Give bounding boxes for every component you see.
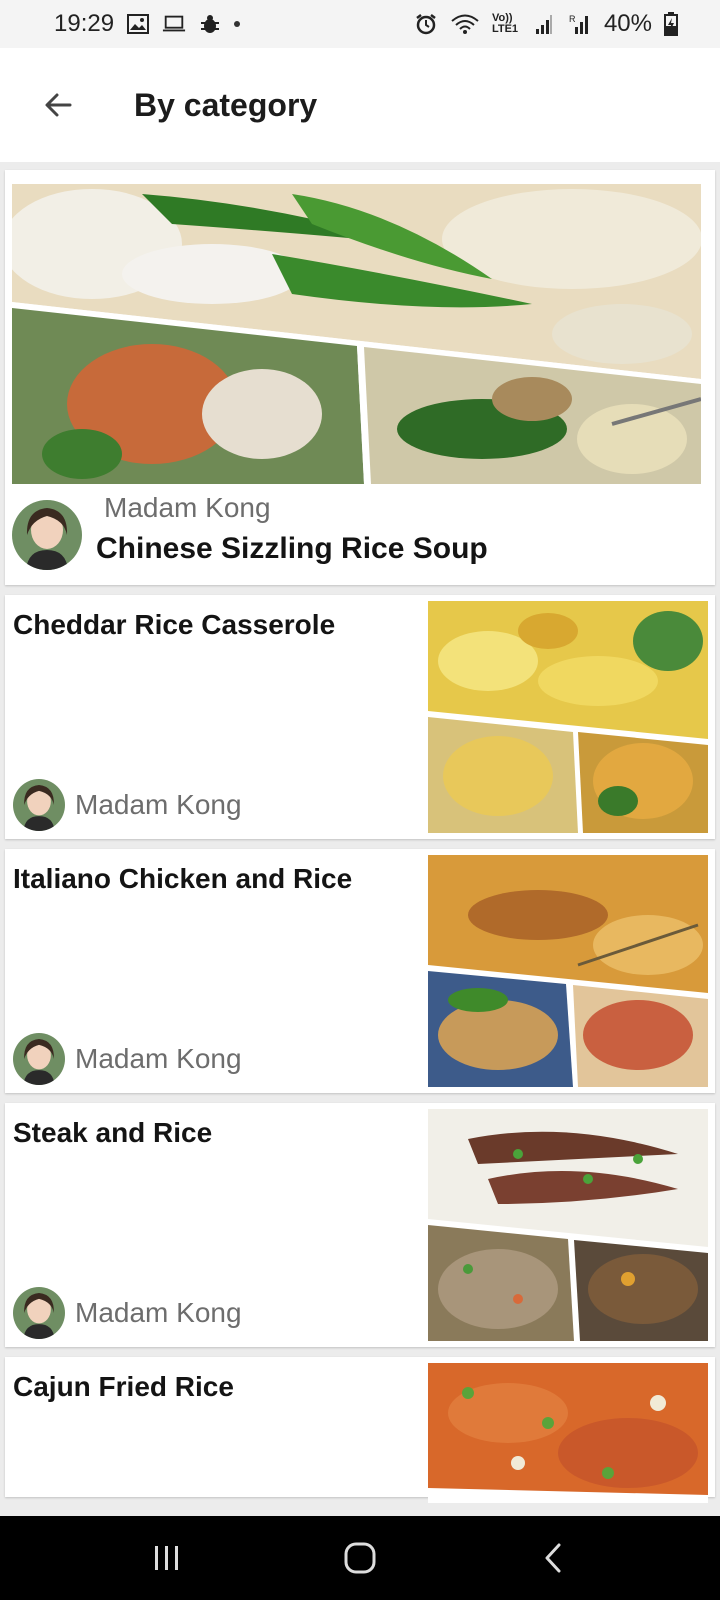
battery-percent: 40% (603, 10, 652, 37)
recipe-title: Steak and Rice (13, 1117, 213, 1148)
network-label: Vo)) LTE1 (491, 12, 519, 35)
recipe-author: Madam Kong (75, 1043, 242, 1074)
recipe-card[interactable]: Cheddar Rice Casserole Madam Kong (5, 595, 715, 839)
recipe-author: Madam Kong (75, 789, 242, 820)
signal-icon (532, 12, 556, 36)
nav-back-icon (545, 1543, 561, 1573)
recipe-author-row: Madam Kong (13, 777, 242, 833)
app-bar: By category (0, 48, 720, 162)
status-bar: 19:29 Vo)) LTE1 R 40% (0, 0, 720, 48)
bug-icon (198, 12, 222, 36)
recipe-thumbnail-collage (428, 601, 708, 833)
system-navigation-bar (0, 1516, 720, 1600)
home-button[interactable] (320, 1528, 400, 1588)
author-avatar[interactable] (13, 779, 65, 831)
author-avatar[interactable] (13, 1033, 65, 1085)
notification-dot-icon (234, 21, 241, 27)
recipe-title: Cheddar Rice Casserole (13, 609, 336, 640)
featured-recipe-collage (12, 184, 701, 484)
recipe-author: Madam Kong (75, 1297, 242, 1328)
author-avatar[interactable] (13, 1287, 65, 1339)
recipe-author-row: Madam Kong (13, 1031, 242, 1087)
recipe-card[interactable]: Steak and Rice Madam Kong (5, 1103, 715, 1347)
alarm-icon (414, 12, 438, 36)
signal-roaming-icon: R (568, 12, 592, 36)
recipe-thumbnail-collage (428, 1363, 708, 1503)
recents-button[interactable] (127, 1528, 207, 1588)
recipe-thumbnail-collage (428, 1109, 708, 1341)
recipe-card[interactable]: Italiano Chicken and Rice Madam Kong (5, 849, 715, 1093)
recipe-title: Italiano Chicken and Rice (13, 863, 353, 894)
recents-icon (154, 1546, 178, 1570)
back-button[interactable] (28, 75, 88, 135)
recipe-thumbnail-collage (428, 855, 708, 1087)
featured-recipe-title: Chinese Sizzling Rice Soup (96, 532, 488, 565)
recipe-list: Madam Kong Chinese Sizzling Rice Soup Ch… (5, 170, 715, 1503)
battery-charging-icon (664, 12, 678, 36)
gallery-icon (126, 12, 150, 36)
featured-recipe-meta: Madam Kong Chinese Sizzling Rice Soup (12, 492, 701, 572)
featured-recipe-author: Madam Kong (104, 492, 271, 523)
recipe-title: Cajun Fried Rice (13, 1371, 234, 1402)
home-icon (344, 1542, 376, 1574)
nav-back-button[interactable] (513, 1528, 593, 1588)
featured-recipe-card[interactable]: Madam Kong Chinese Sizzling Rice Soup (5, 170, 715, 585)
laptop-icon (162, 12, 186, 36)
page-title: By category (134, 86, 318, 123)
recipe-card[interactable]: Cajun Fried Rice (5, 1357, 715, 1503)
recipe-author-row: Madam Kong (13, 1285, 242, 1341)
arrow-left-icon (45, 93, 72, 117)
wifi-icon (450, 12, 480, 36)
status-time: 19:29 (54, 10, 115, 37)
author-avatar[interactable] (12, 500, 82, 570)
svg-text:R: R (569, 14, 576, 24)
